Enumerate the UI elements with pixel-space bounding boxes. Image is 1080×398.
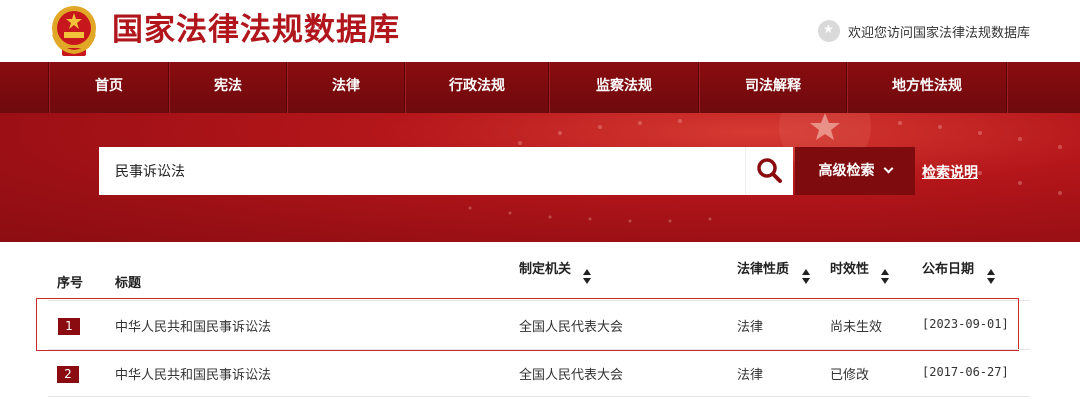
row-index: 1 bbox=[58, 318, 80, 335]
sort-validity-icon[interactable] bbox=[880, 269, 890, 285]
column-header-title: 标题 bbox=[115, 276, 142, 291]
nav-item-local-regulations[interactable]: 地方性法规 bbox=[848, 62, 1006, 113]
row-title-link[interactable]: 中华人民共和国民事诉讼法 bbox=[115, 316, 271, 335]
search-button[interactable] bbox=[745, 147, 793, 195]
sort-nature-icon[interactable] bbox=[801, 269, 811, 285]
nav-item-administrative-regulations[interactable]: 行政法规 bbox=[406, 62, 548, 113]
row-authority: 全国人民代表大会 bbox=[519, 320, 624, 335]
welcome-text: 欢迎您访问国家法律法规数据库 bbox=[847, 25, 1030, 41]
nav-item-supervisory-regulations[interactable]: 监察法规 bbox=[550, 62, 698, 113]
nav-item-law[interactable]: 法律 bbox=[288, 62, 404, 113]
site-header: 国家法律法规数据库 欢迎您访问国家法律法规数据库 bbox=[0, 0, 1080, 62]
column-header-authority[interactable]: 制定机关 bbox=[519, 258, 571, 277]
column-header-date[interactable]: 公布日期 bbox=[922, 258, 974, 277]
search-banner: 高级检索 检索说明 bbox=[0, 113, 1080, 242]
row-date: [2017-06-27] bbox=[922, 365, 1009, 379]
row-authority: 全国人民代表大会 bbox=[519, 368, 624, 383]
row-date: [2023-09-01] bbox=[922, 317, 1009, 331]
row-title-link[interactable]: 中华人民共和国民事诉讼法 bbox=[115, 364, 271, 383]
sort-authority-icon[interactable] bbox=[582, 269, 592, 285]
nav-item-judicial-interpretations[interactable]: 司法解释 bbox=[700, 62, 846, 113]
chevron-down-icon bbox=[883, 163, 893, 174]
welcome-message: 欢迎您访问国家法律法规数据库 bbox=[817, 20, 1030, 42]
advanced-search-button[interactable]: 高级检索 bbox=[795, 147, 915, 195]
row-divider bbox=[48, 396, 1030, 397]
sort-date-icon[interactable] bbox=[986, 269, 996, 285]
search-help-link[interactable]: 检索说明 bbox=[922, 162, 978, 182]
row-validity: 尚未生效 bbox=[830, 320, 883, 335]
row-divider bbox=[48, 349, 1030, 350]
column-header-validity[interactable]: 时效性 bbox=[830, 258, 869, 277]
row-validity: 已修改 bbox=[830, 368, 870, 383]
nav-item-home[interactable]: 首页 bbox=[50, 62, 168, 113]
table-row[interactable]: 1 中华人民共和国民事诉讼法 全国人民代表大会 法律 尚未生效 [2023-09… bbox=[36, 298, 1019, 351]
row-nature: 法律 bbox=[737, 320, 764, 335]
nav-item-constitution[interactable]: 宪法 bbox=[170, 62, 286, 113]
search-input[interactable] bbox=[99, 147, 745, 195]
row-nature: 法律 bbox=[737, 368, 764, 383]
search-icon bbox=[757, 158, 782, 183]
national-emblem-icon bbox=[52, 6, 96, 56]
column-header-nature[interactable]: 法律性质 bbox=[737, 258, 789, 277]
table-row[interactable]: 2 中华人民共和国民事诉讼法 全国人民代表大会 法律 已修改 [2017-06-… bbox=[48, 351, 1030, 397]
advanced-search-label: 高级检索 bbox=[818, 163, 875, 179]
site-title: 国家法律法规数据库 bbox=[112, 12, 400, 48]
column-header-index: 序号 bbox=[57, 276, 84, 291]
row-index: 2 bbox=[57, 366, 79, 383]
star-icon bbox=[817, 20, 840, 42]
main-nav: 首页 宪法 法律 行政法规 监察法规 司法解释 地方性法规 bbox=[0, 62, 1080, 113]
